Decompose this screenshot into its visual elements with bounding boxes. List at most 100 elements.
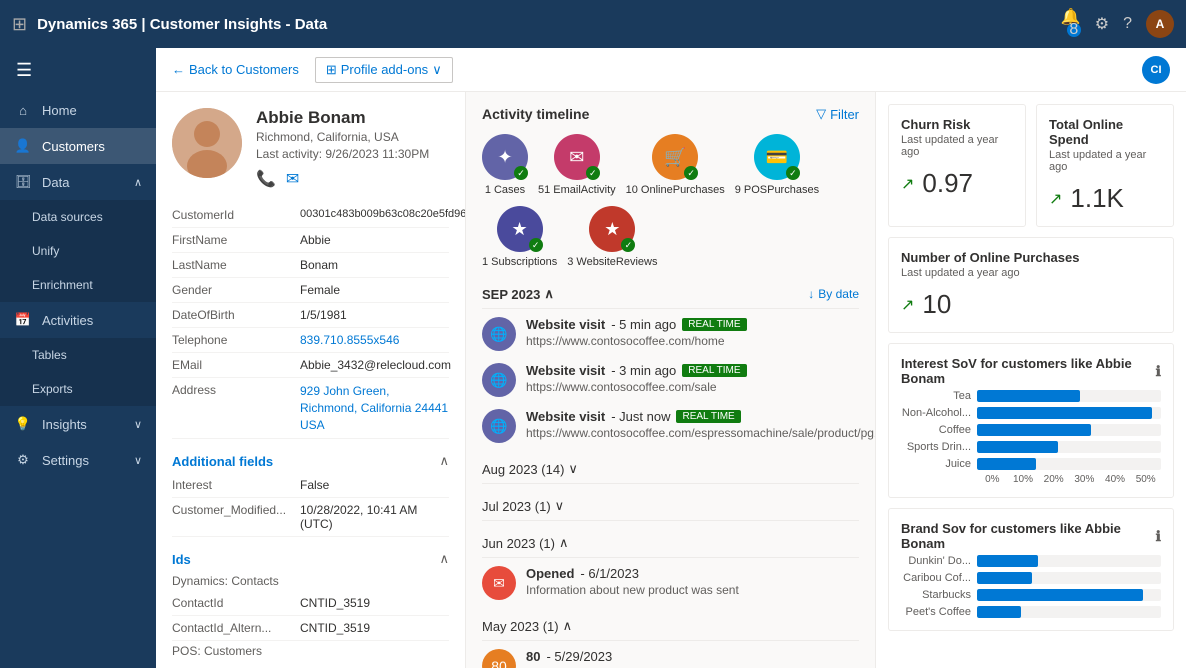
field-label: Gender [172, 283, 292, 297]
field-value-telephone[interactable]: 839.710.8555x546 [300, 333, 399, 347]
timeline-content: Website visit - Just now REAL TIME https… [526, 409, 876, 440]
activity-icon-cases[interactable]: ✦ ✓ 1 Cases [482, 134, 528, 196]
phone-icon[interactable]: 📞 [256, 169, 276, 189]
field-label: LastName [172, 258, 292, 272]
activity-icon-reviews[interactable]: ★ ✓ 3 WebsiteReviews [567, 206, 657, 268]
sidebar-item-data[interactable]: 🗄 Data ∧ [0, 164, 156, 200]
activity-icon-email[interactable]: ✉ ✓ 51 EmailActivity [538, 134, 616, 196]
filter-icon: ▽ [816, 106, 826, 122]
pos-icon: 💳 [766, 147, 788, 168]
profile-panel: Abbie Bonam Richmond, California, USA La… [156, 92, 466, 668]
field-row: ContactId_Altern... CNTID_3519 [172, 616, 449, 641]
period-jun2023[interactable]: Jun 2023 (1) ∧ [482, 529, 859, 558]
sidebar-item-activities[interactable]: 📅 Activities [0, 302, 156, 338]
settings-icon[interactable]: ⚙ [1095, 14, 1109, 34]
bar-container [977, 589, 1161, 601]
timeline-url[interactable]: https://www.contosocoffee.com/home [526, 334, 859, 348]
sidebar-item-enrichment[interactable]: Enrichment [0, 268, 156, 302]
activity-header: Activity timeline ▽ Filter [482, 106, 859, 122]
top-nav: ⊞ Dynamics 365 | Customer Insights - Dat… [0, 0, 1186, 48]
timeline-item-opened: ✉ Opened - 6/1/2023 Information about ne… [482, 566, 859, 600]
timeline-dot-email: ✉ [482, 566, 516, 600]
timeline-title: 80 - 5/29/2023 [526, 649, 859, 664]
back-button[interactable]: ← Back to Customers [172, 62, 299, 77]
brand-chart-title: Brand Sov for customers like Abbie Bonam… [901, 521, 1161, 551]
period-chevron-aug: ∨ [568, 461, 578, 477]
sidebar-item-home[interactable]: ⌂ Home [0, 93, 156, 128]
sidebar-item-exports[interactable]: Exports [0, 372, 156, 406]
field-row: LoyaltyId LOYID_3519 [172, 661, 449, 668]
additional-fields-title[interactable]: Additional fields [172, 454, 273, 469]
timeline-time: - 6/1/2023 [580, 566, 639, 581]
brand-bar-chart: Dunkin' Do... Caribou Cof... [901, 555, 1161, 618]
field-value-address[interactable]: 929 John Green,Richmond, California 2444… [300, 383, 448, 433]
period-jul2023[interactable]: Jul 2023 (1) ∨ [482, 492, 859, 521]
sidebar-toggle[interactable]: ☰ [0, 48, 156, 93]
bar-container [977, 555, 1161, 567]
cases-label: 1 Cases [485, 184, 525, 196]
three-col: Abbie Bonam Richmond, California, USA La… [156, 92, 1186, 668]
user-avatar[interactable]: A [1146, 10, 1174, 38]
email-icon[interactable]: ✉ [286, 169, 299, 189]
activity-icon-pos[interactable]: 💳 ✓ 9 POSPurchases [735, 134, 819, 196]
profile-addons-button[interactable]: ⊞ Profile add-ons ∨ [315, 57, 453, 83]
timeline-content: 80 - 5/29/2023 null [526, 649, 859, 668]
timeline-time: - Just now [611, 409, 670, 424]
ids-title[interactable]: Ids [172, 552, 191, 567]
sidebar-item-tables[interactable]: Tables [0, 338, 156, 372]
activity-panel: Activity timeline ▽ Filter ✦ ✓ 1 Cases [466, 92, 876, 668]
sidebar-item-customers[interactable]: 👤 Customers [0, 128, 156, 164]
ids-collapse[interactable]: ∧ [439, 551, 449, 567]
bar-label: Dunkin' Do... [901, 555, 971, 567]
timeline-dot: 🌐 [482, 317, 516, 351]
field-label: Customer_Modified... [172, 503, 292, 531]
additional-fields-header: Additional fields ∧ [172, 445, 449, 473]
timeline-dot: 🌐 [482, 363, 516, 397]
interest-info-icon[interactable]: ℹ [1156, 363, 1161, 380]
sidebar-item-datasources[interactable]: Data sources [0, 200, 156, 234]
additional-fields-collapse[interactable]: ∧ [439, 453, 449, 469]
reviews-check: ✓ [621, 238, 635, 252]
bar-row-sports: Sports Drin... [901, 441, 1161, 453]
field-value: Bonam [300, 258, 338, 272]
interest-chart-title: Interest SoV for customers like Abbie Bo… [901, 356, 1161, 386]
timeline-url[interactable]: https://www.contosocoffee.com/espressoma… [526, 426, 876, 440]
grid-icon[interactable]: ⊞ [12, 14, 27, 35]
timeline-time: - 5/29/2023 [546, 649, 612, 664]
bar-row-starbucks: Starbucks [901, 589, 1161, 601]
timeline-dot: 🌐 [482, 409, 516, 443]
field-label: FirstName [172, 233, 292, 247]
sidebar-data-sub: Data sources Unify Enrichment [0, 200, 156, 302]
bar-container [977, 424, 1161, 436]
activity-icon-purchases[interactable]: 🛒 ✓ 10 OnlinePurchases [626, 134, 725, 196]
subs-label: 1 Subscriptions [482, 256, 557, 268]
total-spend-number: 1.1K [1070, 183, 1124, 214]
field-row: LastName Bonam [172, 253, 449, 278]
period-aug2023[interactable]: Aug 2023 (14) ∨ [482, 455, 859, 484]
realtime-badge: REAL TIME [682, 318, 746, 331]
timeline-time: - 3 min ago [611, 363, 676, 378]
online-purchases-number: 10 [922, 289, 951, 320]
sidebar-item-insights[interactable]: 💡 Insights ∨ [0, 406, 156, 442]
bar-fill [977, 555, 1038, 567]
spend-trend-icon: ↗ [1049, 189, 1062, 209]
insights-panel: Churn Risk Last updated a year ago ↗ 0.9… [876, 92, 1186, 668]
period-chevron-jul: ∨ [555, 498, 565, 514]
interest-title-text: Interest SoV for customers like Abbie Bo… [901, 356, 1156, 386]
sidebar-item-settings[interactable]: ⚙ Settings ∨ [0, 442, 156, 478]
help-icon[interactable]: ? [1123, 15, 1132, 33]
activity-icon-subs[interactable]: ★ ✓ 1 Subscriptions [482, 206, 557, 268]
filter-button[interactable]: ▽ Filter [816, 106, 859, 122]
bar-row-caribou: Caribou Cof... [901, 572, 1161, 584]
notification-icon[interactable]: 🔔 8 [1061, 7, 1081, 41]
sidebar-item-unify[interactable]: Unify [0, 234, 156, 268]
timeline-url[interactable]: https://www.contosocoffee.com/sale [526, 380, 859, 394]
brand-info-icon[interactable]: ℹ [1156, 528, 1161, 545]
profile-last-activity: Last activity: 9/26/2023 11:30PM [256, 147, 429, 161]
period-label-sep[interactable]: SEP 2023 ∧ [482, 286, 554, 302]
field-value: CNTID_3519 [300, 621, 370, 635]
field-label: EMail [172, 358, 292, 372]
sort-button[interactable]: ↓ By date [808, 287, 859, 301]
churn-risk-number: 0.97 [922, 168, 973, 199]
period-may2023[interactable]: May 2023 (1) ∧ [482, 612, 859, 641]
